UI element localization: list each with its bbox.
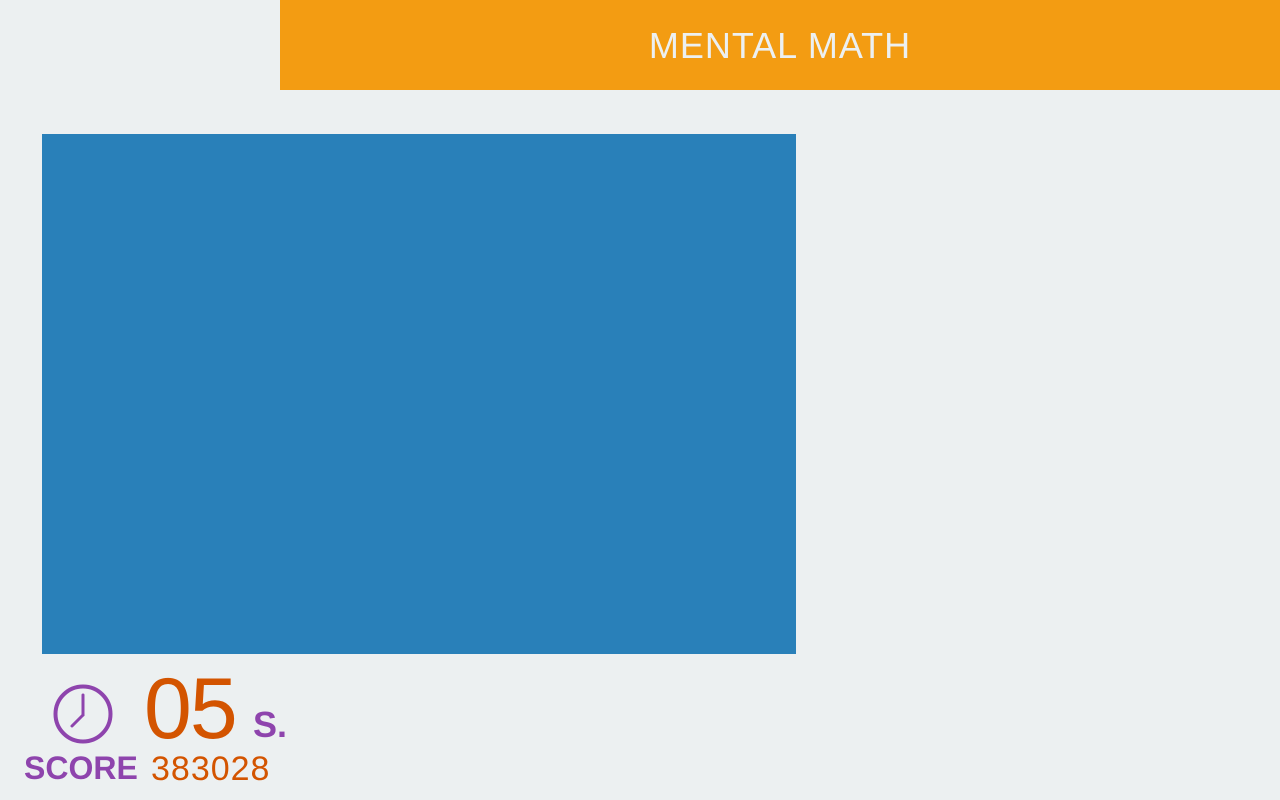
score-label: SCORE — [24, 750, 138, 786]
header-bar: MENTAL MATH — [280, 0, 1280, 90]
clock-icon — [53, 684, 113, 744]
score-value: 383028 — [151, 750, 271, 788]
timer-value: 05 — [144, 661, 238, 757]
page-title: MENTAL MATH — [648, 25, 912, 66]
timer-unit: S. — [253, 704, 288, 745]
game-screen: MENTAL MATH 05 S. SCORE 383028 — [0, 0, 1280, 800]
game-board[interactable] — [42, 134, 796, 654]
